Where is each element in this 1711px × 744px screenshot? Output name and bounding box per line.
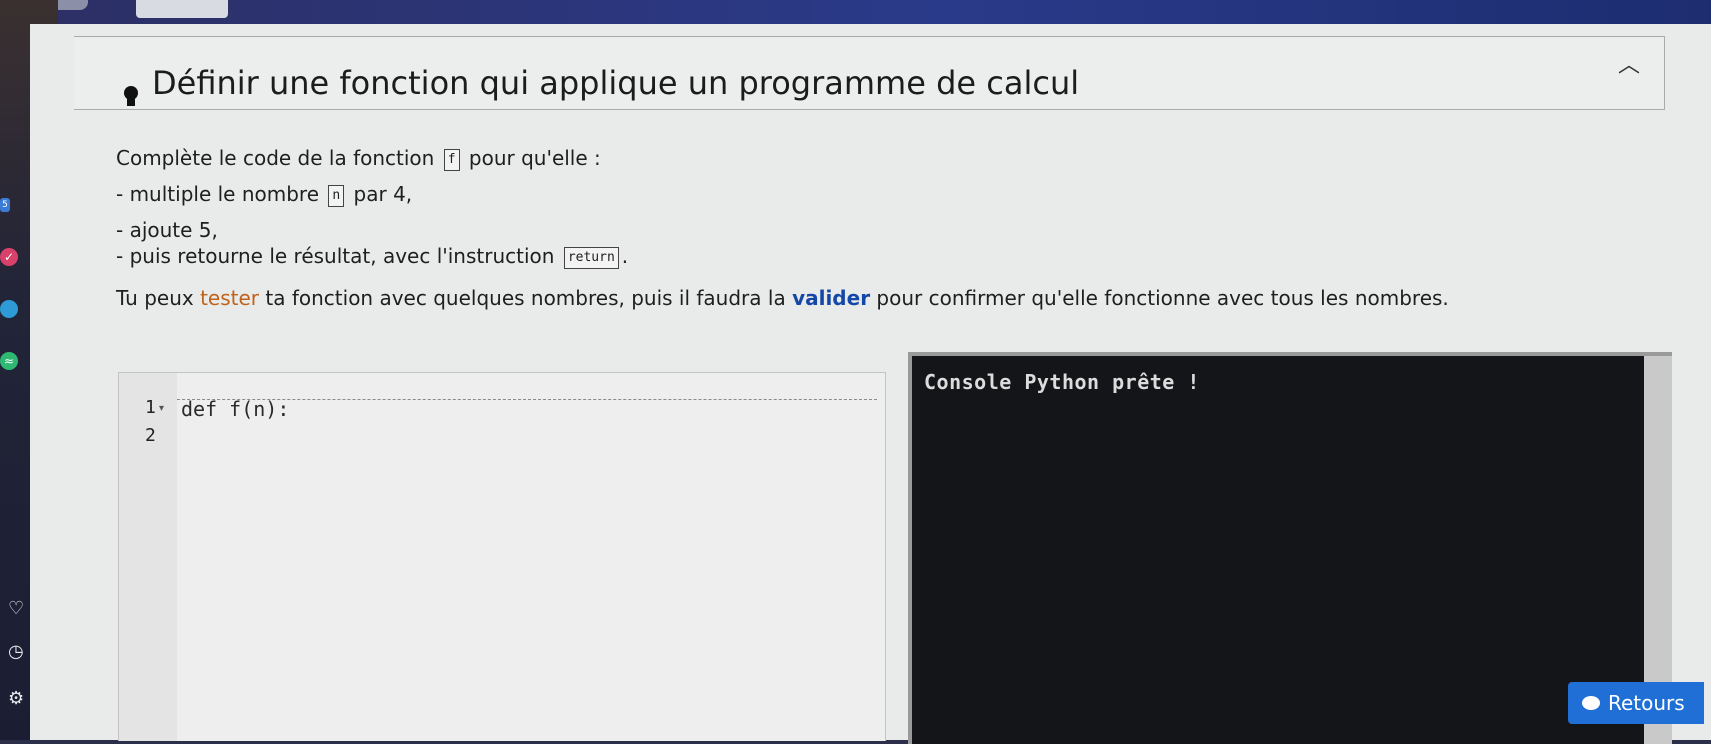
top-tab[interactable] (136, 0, 228, 18)
clock-icon[interactable]: ◷ (8, 643, 24, 661)
app-icon[interactable]: 5 (0, 198, 10, 212)
instruction-line-3: - ajoute 5, (116, 218, 218, 242)
circle-app-icon[interactable] (0, 300, 18, 318)
fold-arrow-icon[interactable]: ▾ (159, 403, 164, 414)
instruction-line-1: Complète le code de la fonction f pour q… (116, 146, 601, 171)
check-icon[interactable]: ✓ (0, 248, 18, 266)
instruction-line-5: Tu peux tester ta fonction avec quelques… (116, 286, 1449, 310)
feedback-button-label: Retours (1608, 691, 1685, 715)
heart-icon[interactable]: ♡ (8, 600, 24, 618)
code-f: f (443, 148, 460, 171)
instruction-line-4: - puis retourne le résultat, avec l'inst… (116, 244, 629, 269)
line-number: 1 (145, 397, 156, 418)
top-bar (0, 0, 1711, 26)
console-output: Console Python prête ! (924, 370, 1200, 394)
speech-bubble-icon (1582, 696, 1600, 710)
valider-keyword: valider (792, 286, 871, 310)
exercise-title: Définir une fonction qui applique un pro… (152, 64, 1080, 102)
code-editor[interactable]: 1 ▾ 2 def f(n): (118, 372, 886, 741)
feedback-button[interactable]: Retours (1568, 682, 1704, 724)
python-console[interactable]: Console Python prête ! (908, 352, 1672, 744)
editor-gutter: 1 ▾ 2 (119, 373, 177, 741)
code-return: return (563, 246, 619, 269)
settings-icon[interactable]: ⚙ (8, 690, 24, 708)
code-line-1[interactable]: def f(n): (181, 397, 289, 421)
line-number: 2 (145, 425, 156, 446)
tester-keyword: tester (200, 286, 260, 310)
lightbulb-icon (122, 86, 140, 108)
instruction-line-2: - multiple le nombre n par 4, (116, 182, 413, 207)
chevron-up-icon[interactable]: ︿ (1614, 52, 1644, 78)
code-n: n (328, 184, 345, 207)
wifi-icon[interactable]: ≈ (0, 352, 18, 370)
